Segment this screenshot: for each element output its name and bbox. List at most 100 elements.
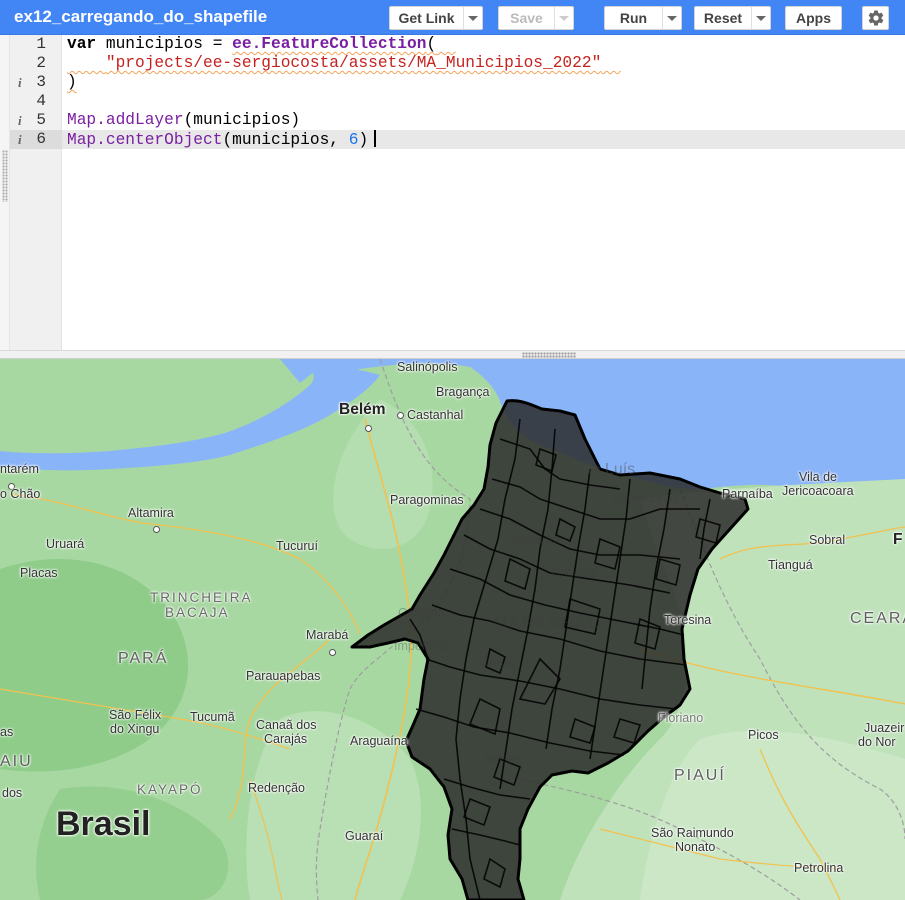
chevron-down-icon: [559, 15, 569, 21]
map-label-uruara: Uruará: [46, 537, 85, 551]
map-label-grajau: Grajaú: [480, 655, 518, 669]
map-label-teresina: Teresina: [664, 613, 712, 627]
gear-icon: [868, 10, 883, 26]
map-label-floriano: Floriano: [658, 711, 704, 725]
map-label-kayapo: KAYAPÓ: [137, 782, 203, 797]
map-label-santa-ines: Santa Inês: [510, 533, 570, 547]
code-line[interactable]: "projects/ee-sergiocosta/assets/MA_Munic…: [62, 54, 905, 73]
line-number: i 3: [18, 73, 46, 92]
map-label-do-xingu: do Xingu: [110, 722, 160, 736]
map-label-paragominas: Paragominas: [390, 493, 464, 507]
map-label-sao-raimundo: São Raimundo: [651, 826, 734, 840]
map-label-canaa-dos: Canaã dos: [256, 718, 317, 732]
run-group: Run: [604, 6, 682, 30]
map-label-juazeiro: Juazeir: [864, 721, 905, 735]
map-label-araguaina: Araguaína: [350, 734, 408, 748]
map-label-ceara: CEARA: [850, 610, 905, 627]
map-label-f: F: [893, 531, 903, 548]
river-delta: [0, 359, 380, 471]
code-area[interactable]: var municipios = ee.FeatureCollection( "…: [62, 35, 905, 350]
map-label-dos: dos: [2, 786, 23, 800]
map-label-vila-de: Vila de: [799, 470, 837, 484]
map-label-altamira: Altamira: [128, 506, 174, 520]
toolbar: ex12_carregando_do_shapefile Get Link Sa…: [0, 0, 905, 35]
map-label-balsas: Balsas: [484, 752, 522, 766]
map-label-picos: Picos: [748, 728, 779, 742]
map-label-guarai: Guaraí: [345, 829, 384, 843]
code-line[interactable]: var municipios = ee.FeatureCollection(: [62, 35, 905, 54]
map-label-para: PARÁ: [118, 650, 169, 667]
panel-splitter[interactable]: [0, 350, 905, 359]
save-group: Save: [498, 6, 574, 30]
editor-left-strip: [0, 35, 10, 350]
reset-button[interactable]: Reset: [694, 6, 751, 30]
code-line[interactable]: Map.addLayer(municipios): [62, 111, 905, 130]
run-button[interactable]: Run: [604, 6, 662, 30]
reset-group: Reset: [694, 6, 771, 30]
text-cursor: [374, 130, 377, 147]
run-dropdown-button[interactable]: [662, 6, 682, 30]
map-label-placas: Placas: [20, 566, 58, 580]
map-label-salinopolis: Salinópolis: [397, 360, 458, 374]
code-line[interactable]: [62, 92, 905, 111]
map-label-sao-luis: São Luís: [572, 461, 636, 478]
map-label-sao-felix: São Félix: [109, 708, 162, 722]
map-label-santarem: ntarém: [0, 462, 39, 476]
info-icon[interactable]: i: [18, 130, 22, 149]
map-label-brasil: Brasil: [56, 805, 151, 843]
script-title[interactable]: ex12_carregando_do_shapefile: [14, 7, 267, 27]
map-label-imperatriz: Imperatriz: [394, 639, 450, 653]
map-label-barreirinhas: Barreirinhas: [612, 491, 680, 505]
save-dropdown-button[interactable]: [554, 6, 574, 30]
drag-handle-icon[interactable]: [522, 352, 576, 358]
apps-group: Apps: [785, 6, 842, 30]
city-dot-icon: [326, 643, 339, 661]
map-label-nonato: Nonato: [675, 840, 716, 854]
map-label-parauapebas: Parauapebas: [246, 669, 321, 683]
map-label-bacaja: BACAJA: [165, 605, 230, 620]
get-link-group: Get Link: [389, 6, 483, 30]
line-number: 2: [36, 54, 46, 72]
map-label-maraba: Marabá: [306, 628, 349, 642]
line-number-active: i 6: [10, 130, 62, 149]
map-label-candido: Cândido: [398, 606, 445, 620]
map-view[interactable]: Salinópolis Bragança Belém Castanhal nta…: [0, 359, 905, 900]
info-icon[interactable]: i: [18, 111, 22, 130]
code-editor[interactable]: 1 2 i 3 4 i 5 i 6 var municipios = ee.Fe…: [0, 35, 905, 350]
code-line[interactable]: ): [62, 73, 905, 92]
map-label-redencao: Redenção: [248, 781, 305, 795]
get-link-dropdown-button[interactable]: [463, 6, 483, 30]
map-label-bacabal: Bacabal: [552, 566, 598, 580]
map-label-do-norte: do Nor: [858, 735, 896, 749]
chevron-down-icon: [468, 15, 478, 21]
map-label-aiu: AIU: [0, 753, 33, 770]
map-label-as: as: [0, 725, 14, 739]
apps-button[interactable]: Apps: [785, 6, 842, 30]
map-label-trincheira: TRINCHEIRA: [150, 590, 253, 605]
map-label-carajas: Carajás: [264, 732, 308, 746]
info-icon[interactable]: i: [18, 73, 22, 92]
map-label-piaui: PIAUÍ: [674, 767, 726, 784]
settings-button[interactable]: [862, 6, 889, 30]
line-number: i 5: [18, 111, 46, 130]
reset-dropdown-button[interactable]: [751, 6, 771, 30]
map-label-maranhao: MARANHÃO: [494, 615, 603, 632]
map-label-petrolina: Petrolina: [794, 861, 844, 875]
map-label-sobral: Sobral: [809, 533, 846, 547]
map-label-castanhal: Castanhal: [394, 408, 463, 422]
code-line-active[interactable]: Map.centerObject(municipios, 6): [62, 130, 905, 149]
line-number: 1: [36, 35, 46, 53]
save-button[interactable]: Save: [498, 6, 554, 30]
map-label-chao: o Chão: [0, 487, 41, 501]
map-label-parnaiba: Parnaíba: [722, 487, 773, 501]
get-link-button[interactable]: Get Link: [389, 6, 463, 30]
chevron-down-icon: [667, 15, 677, 21]
chevron-down-icon: [756, 15, 766, 21]
city-dot-icon: [362, 419, 375, 437]
map-label-tiangua: Tianguá: [768, 558, 813, 572]
map-label-jericoacoara: Jericoacoara: [782, 484, 854, 498]
line-number-gutter: 1 2 i 3 4 i 5 i 6: [10, 35, 62, 350]
drag-handle-icon[interactable]: [2, 150, 8, 202]
line-number: 4: [36, 92, 46, 110]
map-label-braganca: Bragança: [436, 385, 490, 399]
